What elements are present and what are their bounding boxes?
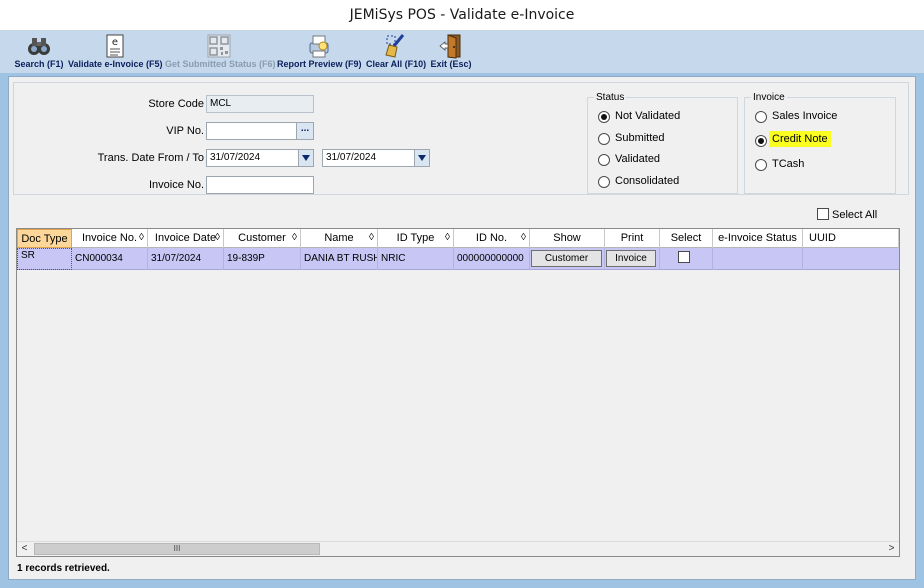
col-invoice-date[interactable]: Invoice Date ◊	[148, 229, 224, 248]
scroll-thumb[interactable]: III	[34, 543, 320, 555]
window-title: JEMiSys POS - Validate e-Invoice	[349, 7, 575, 23]
col-name[interactable]: Name ◊	[301, 229, 378, 248]
date-to-picker[interactable]: 31/07/2024	[322, 149, 430, 167]
chevron-down-icon[interactable]	[414, 150, 429, 166]
cell-customer[interactable]: 19-839P	[224, 248, 301, 270]
col-uuid[interactable]: UUID	[803, 229, 899, 248]
col-doc-type[interactable]: Doc Type	[17, 229, 72, 248]
col-einvoice-status[interactable]: e-Invoice Status	[713, 229, 803, 248]
store-code-field: MCL	[206, 95, 314, 113]
show-customer-button[interactable]: Customer	[531, 250, 602, 267]
sort-icon: ◊	[215, 232, 220, 243]
qr-code-icon	[207, 34, 231, 58]
binoculars-icon	[28, 38, 50, 55]
scroll-right-icon[interactable]: >	[884, 542, 899, 556]
cell-invoice-date[interactable]: 31/07/2024	[148, 248, 224, 270]
exit-button[interactable]: Exit (Esc)	[429, 31, 473, 73]
cell-einvoice-status[interactable]	[713, 248, 803, 270]
sort-icon: ◊	[445, 232, 450, 243]
sort-icon: ◊	[292, 232, 297, 243]
search-criteria-panel: Store Code MCL VIP No. ... Trans. Date F…	[13, 82, 909, 195]
svg-text:e: e	[112, 37, 118, 48]
grid-header: Doc Type Invoice No. ◊ Invoice Date ◊ Cust…	[17, 229, 899, 248]
col-select[interactable]: Select	[660, 229, 713, 248]
printer-preview-icon	[309, 35, 329, 58]
date-from-value: 31/07/2024	[210, 152, 261, 163]
store-code-label: Store Code	[148, 98, 204, 110]
status-bar-text: 1 records retrieved.	[17, 563, 110, 574]
cell-print: Invoice	[605, 248, 660, 270]
vip-no-label: VIP No.	[166, 125, 204, 137]
cell-uuid[interactable]	[803, 248, 899, 270]
validate-einvoice-button[interactable]: e Validate e-Invoice (F5)	[68, 31, 163, 73]
exit-door-icon	[439, 34, 461, 59]
cell-id-no[interactable]: 000000000000	[454, 248, 530, 270]
search-button[interactable]: Search (F1)	[10, 31, 68, 73]
broom-icon	[385, 34, 405, 58]
col-id-no[interactable]: ID No. ◊	[454, 229, 530, 248]
print-invoice-button[interactable]: Invoice	[606, 250, 656, 267]
cell-doc-type[interactable]: SR	[17, 248, 72, 270]
invoice-type-group: Invoice Sales Invoice Credit Note TCash	[744, 92, 896, 194]
status-group: Status Not Validated Submitted Validated…	[587, 92, 738, 194]
row-select-checkbox[interactable]	[678, 251, 690, 263]
vip-no-field[interactable]: ...	[206, 122, 314, 140]
select-all-checkbox[interactable]: Select All	[817, 208, 877, 221]
cell-invoice-no[interactable]: CN000034	[72, 248, 148, 270]
scroll-left-icon[interactable]: <	[17, 542, 32, 556]
date-from-picker[interactable]: 31/07/2024	[206, 149, 314, 167]
cell-select	[660, 248, 713, 270]
select-all-label: Select All	[832, 209, 878, 221]
col-id-type[interactable]: ID Type ◊	[378, 229, 454, 248]
date-to-value: 31/07/2024	[326, 152, 377, 163]
trans-date-label: Trans. Date From / To	[97, 152, 204, 164]
table-row[interactable]: SR CN000034 31/07/2024 19-839P DANIA BT …	[17, 248, 899, 270]
chevron-down-icon[interactable]	[298, 150, 313, 166]
cell-name[interactable]: DANIA BT RUSHDI	[301, 248, 378, 270]
main-panel: Store Code MCL VIP No. ... Trans. Date F…	[8, 76, 916, 580]
col-show[interactable]: Show	[530, 229, 605, 248]
toolbar: Search (F1) e Validate e-Invoice (F5) Ge…	[0, 31, 924, 73]
col-print[interactable]: Print	[605, 229, 660, 248]
clear-all-button[interactable]: Clear All (F10)	[366, 31, 426, 73]
invoice-no-label: Invoice No.	[148, 179, 204, 191]
checkbox-icon	[817, 208, 829, 220]
e-invoice-document-icon: e	[106, 34, 124, 58]
col-customer[interactable]: Customer ◊	[224, 229, 301, 248]
cell-id-type[interactable]: NRIC	[378, 248, 454, 270]
get-submitted-status-button[interactable]: Get Submitted Status (F6)	[165, 31, 276, 73]
horizontal-scrollbar[interactable]: < III >	[17, 541, 899, 556]
status-group-title: Status	[594, 92, 627, 103]
sort-icon: ◊	[139, 232, 144, 243]
col-invoice-no[interactable]: Invoice No. ◊	[72, 229, 148, 248]
sort-icon: ◊	[521, 232, 526, 243]
title-bar: JEMiSys POS - Validate e-Invoice	[0, 0, 924, 31]
report-preview-button[interactable]: Report Preview (F9)	[277, 31, 362, 73]
vip-lookup-button[interactable]: ...	[296, 123, 313, 139]
cell-show: Customer	[530, 248, 605, 270]
invoice-grid: Doc Type Invoice No. ◊ Invoice Date ◊ Cust…	[16, 228, 900, 557]
invoice-group-title: Invoice	[751, 92, 787, 103]
invoice-no-field[interactable]	[206, 176, 314, 194]
sort-icon: ◊	[369, 232, 374, 243]
